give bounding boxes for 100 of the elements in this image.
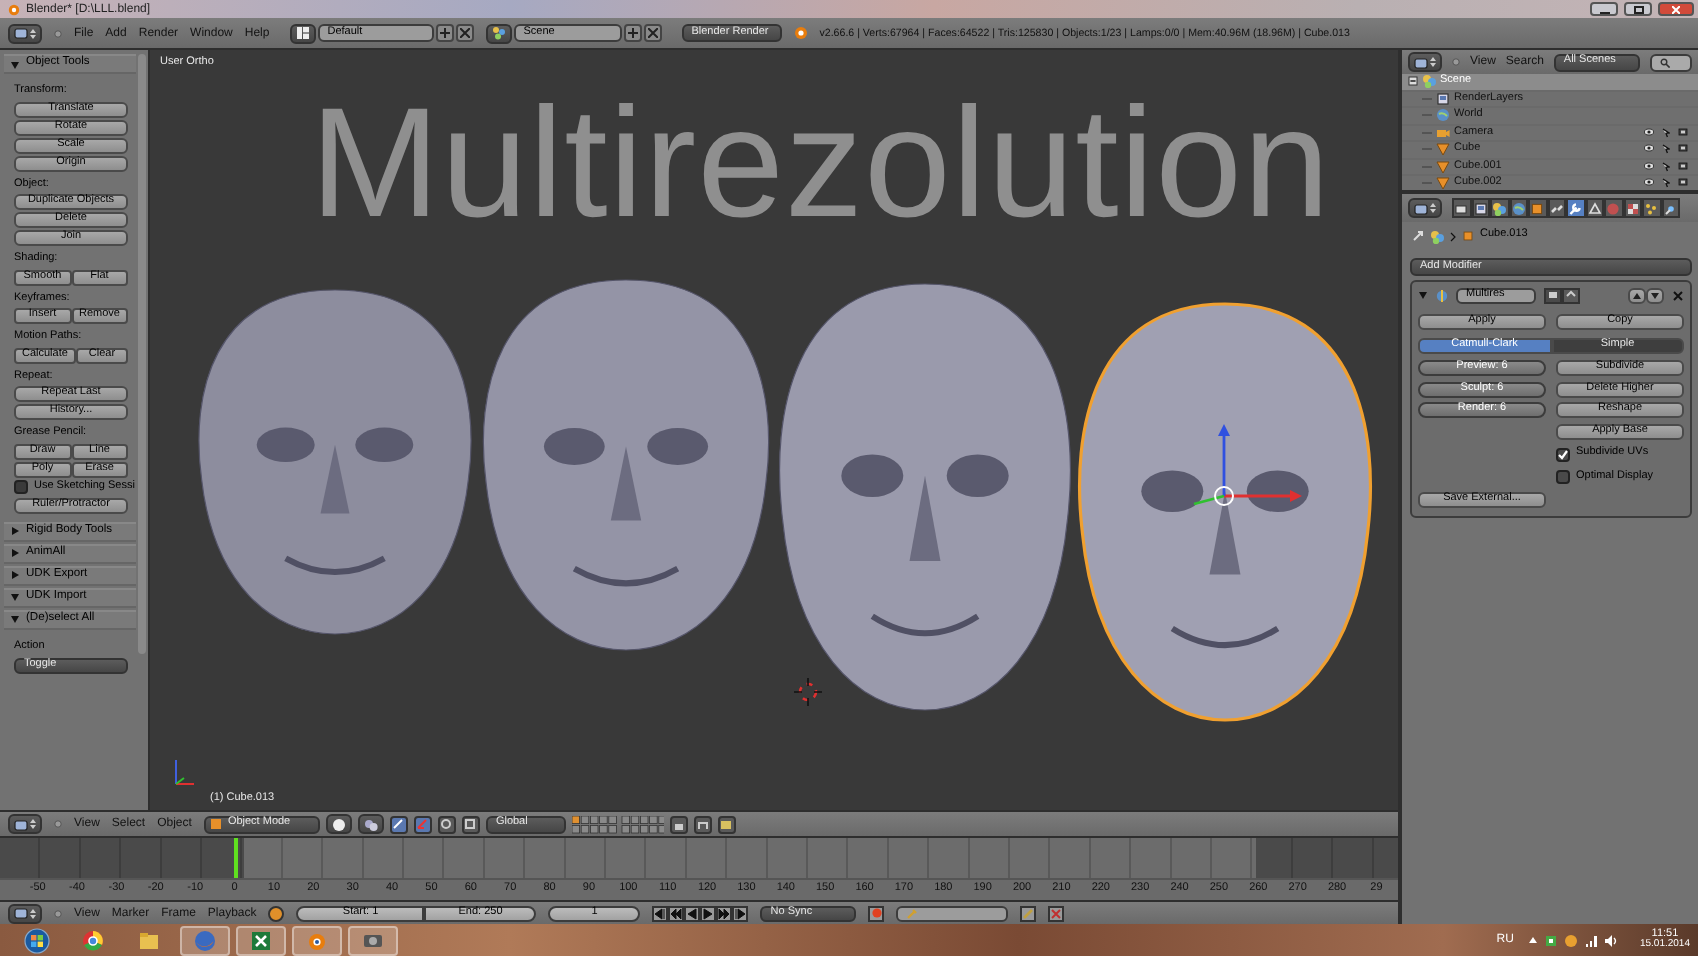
up-down-arrows-icon — [30, 907, 36, 919]
up-down-arrows-icon — [30, 818, 36, 830]
mode-icon — [209, 818, 222, 830]
camera-icon[interactable] — [1678, 127, 1688, 136]
disclosure-triangle-icon[interactable] — [10, 570, 20, 580]
constraints-icon — [1549, 201, 1564, 215]
render-tab[interactable] — [1452, 198, 1471, 218]
editor-type-icon — [1414, 55, 1428, 69]
spreadsheet-app-button[interactable] — [236, 925, 286, 955]
visibility-icon[interactable] — [1644, 178, 1654, 187]
jump-end-icon — [734, 907, 747, 919]
move-up-button[interactable] — [1628, 287, 1646, 303]
search-icon — [1660, 57, 1671, 67]
scene-tab[interactable] — [1490, 198, 1509, 218]
manipulator-toggle-icon[interactable] — [389, 815, 408, 833]
multires-icon — [1436, 289, 1448, 301]
camera-icon[interactable] — [1678, 161, 1688, 170]
object-icon — [1462, 230, 1474, 242]
start-icon — [24, 927, 50, 953]
preview-range-icon[interactable] — [268, 905, 285, 921]
editor-type-button[interactable] — [8, 903, 42, 923]
scene-icon — [1430, 229, 1444, 243]
disclosure-triangle-icon[interactable] — [10, 59, 20, 69]
axis-gizmo-icon — [175, 759, 195, 785]
record-icon — [871, 908, 882, 918]
show-hidden-icons-icon[interactable] — [1527, 936, 1538, 944]
volume-icon[interactable] — [1603, 933, 1618, 947]
layers-icon — [1436, 91, 1450, 106]
collapse-toggle-icon[interactable] — [1408, 76, 1418, 87]
browser-app-button[interactable] — [180, 925, 230, 955]
layers-icon — [1473, 201, 1488, 215]
shading-icon — [331, 817, 346, 831]
visibility-icon[interactable] — [1644, 161, 1654, 170]
jump-start-button[interactable] — [652, 905, 669, 921]
lock-layers-icon[interactable] — [669, 815, 688, 833]
layout-selector-button[interactable] — [289, 23, 316, 43]
editor-type-button[interactable] — [8, 23, 42, 43]
media-app-button[interactable] — [348, 925, 398, 955]
disclosure-triangle-icon[interactable] — [10, 614, 20, 624]
modifiers-tab[interactable] — [1566, 198, 1585, 218]
object-tab[interactable] — [1528, 198, 1547, 218]
spreadsheet-app-icon — [250, 929, 272, 951]
disclosure-triangle-icon[interactable] — [10, 592, 20, 602]
editor-type-button[interactable] — [1408, 52, 1442, 72]
render-icon — [1454, 201, 1469, 215]
editor-type-button[interactable] — [8, 814, 42, 834]
media-app-icon — [362, 929, 384, 951]
pin-icon[interactable] — [1412, 230, 1424, 242]
shading-dropdown[interactable] — [325, 814, 352, 834]
add-scene-button[interactable] — [623, 24, 642, 42]
next-keyframe-icon — [718, 907, 731, 919]
visibility-icon[interactable] — [1644, 144, 1654, 153]
editor-type-icon — [14, 906, 28, 920]
move-down-button[interactable] — [1646, 287, 1664, 303]
keying-set-field[interactable] — [896, 905, 1009, 921]
tray-app-icon[interactable] — [1563, 933, 1578, 947]
up-down-arrows-icon — [30, 27, 36, 39]
world-icon — [1436, 108, 1450, 123]
delete-scene-button[interactable] — [643, 24, 662, 42]
maximize-button[interactable] — [1624, 2, 1652, 16]
camera-icon[interactable] — [1678, 144, 1688, 153]
delete-layout-button[interactable] — [455, 24, 474, 42]
rotate-icon[interactable] — [437, 815, 456, 833]
texture-icon — [1625, 201, 1640, 215]
remove-modifier-icon[interactable] — [1672, 289, 1684, 301]
search-field[interactable] — [1650, 53, 1692, 71]
delete-keyframe-icon[interactable] — [1048, 905, 1065, 921]
network-icon[interactable] — [1583, 933, 1598, 947]
checkbox[interactable] — [14, 480, 28, 494]
3d-cursor-icon — [793, 677, 823, 707]
disclosure-triangle-icon[interactable] — [10, 526, 20, 536]
jump-end-button[interactable] — [732, 905, 749, 921]
particles-tab[interactable] — [1642, 198, 1661, 218]
scene-title-text: Multirezolution — [310, 84, 1331, 240]
minimize-button[interactable] — [1590, 2, 1618, 16]
editor-type-button[interactable] — [1408, 198, 1442, 218]
disclosure-triangle-icon[interactable] — [1418, 290, 1428, 300]
blender-logo-icon — [793, 26, 808, 40]
camera-icon[interactable] — [1678, 178, 1688, 187]
scene-selector-button[interactable] — [485, 23, 512, 43]
editor-type-icon — [1414, 201, 1428, 215]
play-icon — [702, 907, 715, 919]
pivot-dropdown[interactable] — [357, 814, 384, 834]
snap-icon[interactable] — [693, 815, 712, 833]
transform-gizmo-icon[interactable] — [1193, 424, 1302, 506]
blender-logo-icon — [8, 3, 20, 15]
close-button[interactable] — [1658, 2, 1694, 16]
insert-keyframe-icon[interactable] — [1020, 905, 1037, 921]
visibility-icon[interactable] — [1644, 127, 1654, 136]
checkbox[interactable] — [1556, 470, 1570, 484]
checkbox[interactable] — [1556, 447, 1570, 461]
up-down-arrows-icon — [1430, 56, 1436, 68]
scene-icon — [1492, 201, 1507, 215]
world-icon — [1511, 201, 1526, 215]
add-layout-button[interactable] — [435, 24, 454, 42]
disclosure-triangle-icon[interactable] — [10, 548, 20, 558]
tray-app-icon[interactable] — [1543, 933, 1558, 947]
layer-grid[interactable] — [571, 815, 664, 833]
record-button[interactable] — [868, 905, 885, 921]
modifiers-icon — [1568, 201, 1583, 215]
